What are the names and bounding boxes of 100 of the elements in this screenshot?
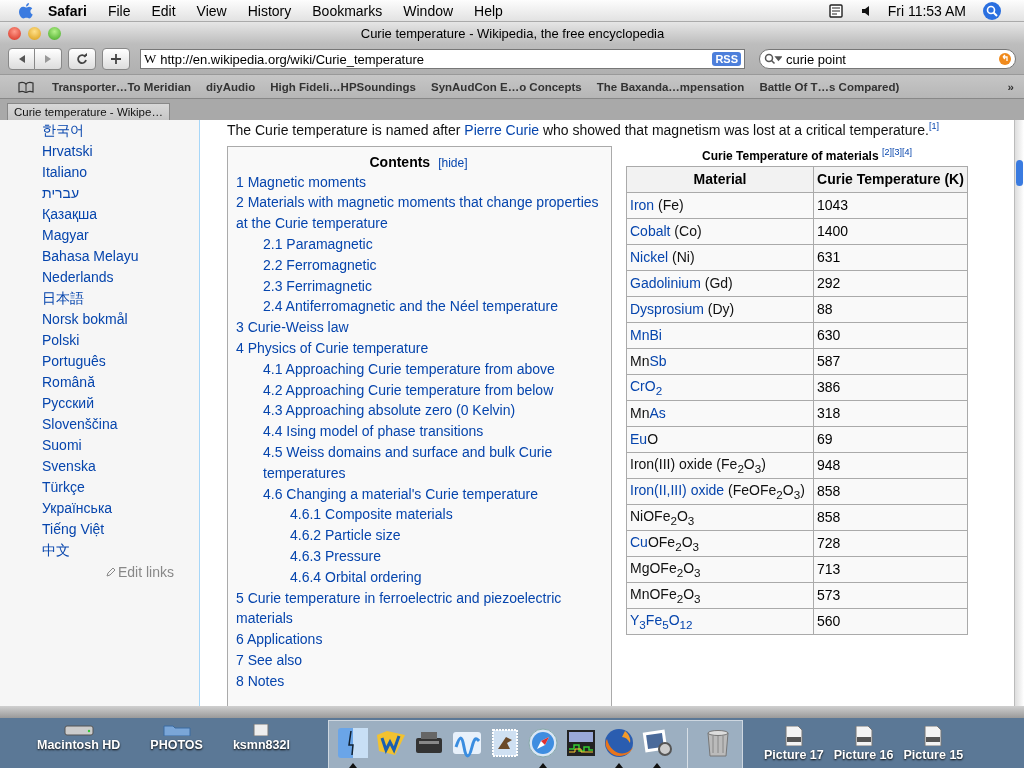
bookmark-link[interactable]: High Fideli…HPSoundings bbox=[270, 80, 416, 93]
menu-item[interactable]: Window bbox=[403, 2, 454, 19]
language-link[interactable]: Magyar bbox=[42, 225, 199, 246]
pierre-curie-link[interactable]: Pierre Curie bbox=[464, 121, 540, 138]
language-link[interactable]: Slovenščina bbox=[42, 414, 199, 435]
scroll-bar[interactable] bbox=[1014, 120, 1024, 706]
language-link[interactable]: Norsk bokmål bbox=[42, 309, 199, 330]
contents-link[interactable]: 4.6.2 Particle size bbox=[236, 525, 601, 546]
material-link[interactable]: Cu bbox=[630, 533, 648, 550]
contents-link[interactable]: 1 Magnetic moments bbox=[236, 171, 601, 193]
contents-link[interactable]: 4.6.1 Composite materials bbox=[236, 504, 601, 526]
language-link[interactable]: Русский bbox=[42, 393, 199, 414]
book-icon[interactable] bbox=[18, 80, 34, 93]
language-link[interactable]: Suomi bbox=[42, 435, 199, 456]
forward-button[interactable] bbox=[35, 48, 62, 70]
image-file-icon[interactable] bbox=[923, 726, 944, 746]
menu-clock[interactable]: Fri 11:53 AM bbox=[887, 2, 966, 19]
contents-link[interactable]: 4 Physics of Curie temperature bbox=[236, 338, 601, 359]
contents-link[interactable]: 2.2 Ferromagnetic bbox=[236, 254, 601, 276]
material-link[interactable]: Y$_{3}$Fe$_{5}$O$_{12}$ bbox=[630, 611, 693, 628]
material-link[interactable]: CrO$_{2}$ bbox=[630, 377, 663, 394]
material-link[interactable]: Nickel bbox=[630, 249, 669, 266]
contents-link[interactable]: 4.4 Ising model of phase transitions bbox=[236, 421, 601, 442]
language-link[interactable]: Polski bbox=[42, 330, 199, 351]
language-link[interactable]: Қазақша bbox=[42, 204, 199, 225]
contents-link[interactable]: 4.5 Weiss domains and surface and bulk Curie temperatures bbox=[236, 442, 601, 484]
search-field[interactable]: curie point bbox=[759, 49, 1016, 69]
language-link[interactable]: Bahasa Melayu bbox=[42, 246, 199, 267]
language-link[interactable]: Português bbox=[42, 351, 199, 372]
desktop-icon-label[interactable]: Macintosh HD bbox=[37, 738, 121, 752]
material-link[interactable]: Iron(II,III) oxide bbox=[630, 481, 725, 498]
language-link[interactable]: Română bbox=[42, 372, 199, 393]
bookmark-link[interactable]: Battle Of T…s Compared) bbox=[759, 80, 900, 93]
reload-button[interactable] bbox=[68, 48, 96, 70]
bookmark-link[interactable]: SynAudCon E…o Concepts bbox=[430, 80, 582, 93]
image-file-icon[interactable] bbox=[783, 726, 804, 746]
image-file-icon[interactable] bbox=[853, 726, 874, 746]
contents-link[interactable]: 2.1 Paramagnetic bbox=[236, 234, 601, 255]
browser-tab[interactable]: Curie temperature - Wikipe… bbox=[7, 103, 170, 120]
language-link[interactable]: Türkçe bbox=[42, 477, 199, 498]
photo-loupe-icon[interactable] bbox=[641, 727, 673, 759]
desktop-icon-label[interactable]: ksmn832l bbox=[232, 738, 290, 752]
fox-globe-icon[interactable] bbox=[603, 727, 635, 759]
desktop-icon-label[interactable]: Picture 15 bbox=[903, 748, 964, 762]
contents-link[interactable]: 5 Curie temperature in ferroelectric and piezoelectric materials bbox=[236, 587, 601, 630]
language-link[interactable]: Hrvatski bbox=[42, 141, 199, 162]
material-link[interactable]: Dysprosium bbox=[630, 301, 704, 318]
search-icon[interactable] bbox=[764, 53, 782, 65]
contents-link[interactable]: 4.6 Changing a material's Curie temperature bbox=[236, 483, 601, 505]
contents-link[interactable]: 2 Materials with magnetic moments that change properties at the Curie temperature bbox=[236, 192, 601, 235]
desktop-icon-label[interactable]: PHOTOS bbox=[150, 738, 203, 752]
contents-link[interactable]: 4.3 Approaching absolute zero (0 Kelvin) bbox=[236, 400, 601, 422]
material-link[interactable]: As bbox=[649, 405, 666, 422]
material-link[interactable]: Eu bbox=[630, 431, 648, 448]
language-link[interactable]: Italiano bbox=[42, 162, 199, 183]
search-icon[interactable] bbox=[982, 0, 1002, 21]
chart-panel-icon[interactable] bbox=[565, 727, 597, 759]
more-bookmarks-button[interactable]: » bbox=[1007, 80, 1014, 93]
hide-link[interactable]: [hide] bbox=[438, 155, 468, 170]
apple-icon[interactable] bbox=[18, 1, 34, 20]
contents-link[interactable]: 3 Curie-Weiss law bbox=[236, 317, 601, 339]
material-link[interactable]: Gadolinium bbox=[630, 275, 701, 292]
menu-item[interactable]: History bbox=[247, 2, 292, 19]
contents-link[interactable]: 4.6.4 Orbital ordering bbox=[236, 566, 601, 588]
address-field[interactable]: W http://en.wikipedia.org/wiki/Curie_temperature RSS bbox=[140, 49, 745, 69]
material-link[interactable]: MnBi bbox=[630, 327, 662, 344]
compass-icon[interactable] bbox=[527, 727, 559, 759]
bookmark-link[interactable]: diyAudio bbox=[206, 80, 256, 93]
close-button[interactable] bbox=[8, 26, 21, 40]
document-icon[interactable] bbox=[251, 724, 272, 736]
bookmark-link[interactable]: The Baxanda…mpensation bbox=[596, 80, 745, 93]
contents-link[interactable]: 6 Applications bbox=[236, 629, 601, 650]
language-link[interactable]: Svenska bbox=[42, 456, 199, 477]
contents-link[interactable]: 2.4 Antiferromagnetic and the Néel temperature bbox=[236, 296, 601, 318]
menu-item[interactable]: Bookmarks bbox=[312, 2, 383, 19]
material-link[interactable]: Cobalt bbox=[630, 223, 671, 240]
language-link[interactable]: 한국어 bbox=[42, 120, 199, 141]
language-link[interactable]: Nederlands bbox=[42, 267, 199, 288]
contents-link[interactable]: 4.6.3 Pressure bbox=[236, 546, 601, 567]
material-link[interactable]: Sb bbox=[649, 353, 667, 370]
contents-link[interactable]: 2.3 Ferrimagnetic bbox=[236, 275, 601, 297]
menu-item[interactable]: View bbox=[196, 2, 227, 19]
contents-link[interactable]: 4.1 Approaching Curie temperature from above bbox=[236, 358, 601, 380]
back-button[interactable] bbox=[8, 48, 35, 70]
material-link[interactable]: Iron bbox=[630, 197, 655, 214]
bookmark-link[interactable]: Transporter…To Meridian bbox=[52, 80, 192, 93]
add-bookmark-button[interactable] bbox=[102, 48, 130, 70]
language-link[interactable]: Tiếng Việt bbox=[42, 519, 199, 540]
language-link[interactable]: Українська bbox=[42, 498, 199, 519]
menu-item[interactable]: File bbox=[107, 2, 131, 19]
contents-link[interactable]: 4.2 Approaching Curie temperature from below bbox=[236, 379, 601, 401]
contents-link[interactable]: 7 See also bbox=[236, 650, 601, 671]
desktop-icon-label[interactable]: Picture 16 bbox=[833, 748, 894, 762]
menu-item[interactable]: Edit bbox=[151, 2, 176, 19]
bird-stamp-icon[interactable] bbox=[489, 727, 521, 759]
language-link[interactable]: עברית bbox=[42, 183, 199, 204]
desktop-icon-label[interactable]: Picture 17 bbox=[764, 748, 824, 762]
rss-badge[interactable]: RSS bbox=[712, 52, 741, 66]
menu-item[interactable]: Safari bbox=[48, 2, 87, 19]
menu-item[interactable]: Help bbox=[474, 2, 503, 19]
